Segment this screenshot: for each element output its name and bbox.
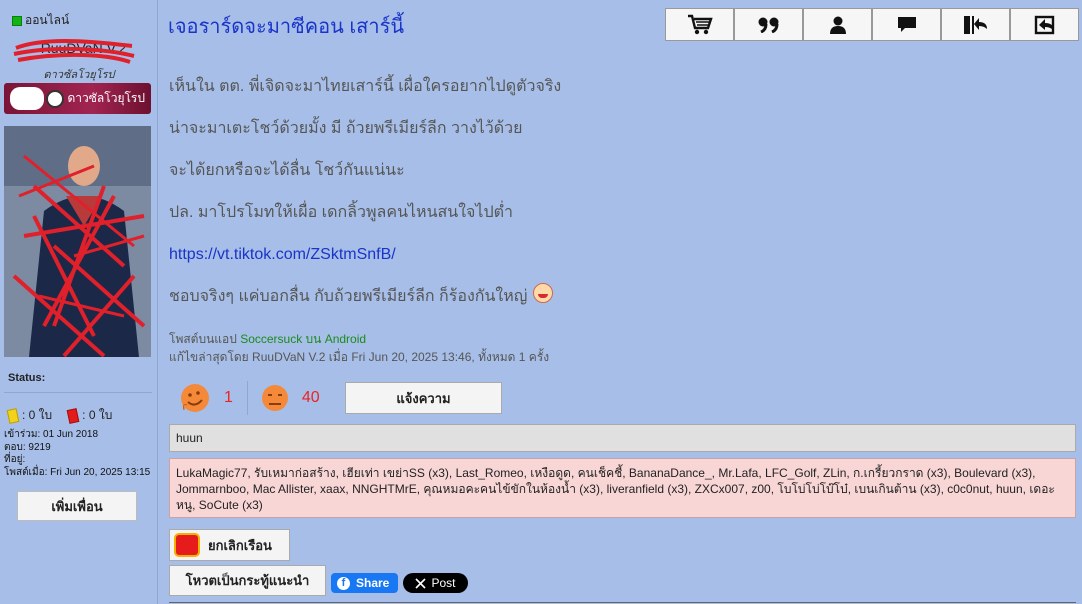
cart-icon bbox=[687, 14, 713, 34]
name-scribble-overlay bbox=[13, 39, 135, 64]
message-icon bbox=[897, 16, 916, 32]
yellow-card-count: : 0 ใบ bbox=[22, 408, 53, 422]
avatar[interactable] bbox=[4, 126, 151, 357]
closing-text: ชอบจริงๆ แค่บอกลื่น กับถ้วยพรีเมียร์ลีก … bbox=[169, 288, 528, 305]
x-logo-icon bbox=[415, 577, 427, 589]
unfollow-label: ยกเลิกเรือน bbox=[208, 537, 272, 553]
post-paragraph: เห็นใน ตต. พี่เจิดจะมาไทยเสาร์นี้ เผื่อใ… bbox=[169, 78, 562, 95]
quote-button[interactable] bbox=[734, 8, 803, 41]
report-button[interactable]: แจ้งความ bbox=[345, 382, 502, 414]
laughing-emoji-icon bbox=[533, 283, 554, 303]
post-count: ตอบ: 9219 bbox=[4, 441, 51, 453]
sidebar-divider bbox=[4, 392, 152, 393]
football-icon bbox=[46, 90, 64, 108]
back-to-top-icon bbox=[963, 15, 987, 34]
last-post-time: โพสต์เมื่อ: Fri Jun 20, 2025 13:15 bbox=[4, 466, 151, 478]
location: ที่อยู่: bbox=[4, 454, 26, 465]
post-body: เห็นใน ตต. พี่เจิดจะมาไทยเสาร์นี้ เผื่อใ… bbox=[169, 73, 1049, 325]
soccersuck-logo-icon bbox=[174, 533, 200, 557]
posted-via-app[interactable]: Soccersuck บน Android bbox=[240, 332, 366, 346]
post-closing-paragraph: ชอบจริงๆ แค่บอกลื่น กับถ้วยพรีเมียร์ลีก … bbox=[169, 283, 1049, 325]
online-dot-icon bbox=[12, 15, 22, 26]
post-label: Post bbox=[431, 576, 456, 590]
quote-icon bbox=[758, 17, 778, 33]
reaction-bar: 1 40 bbox=[178, 381, 320, 415]
post-paragraph: ปล. มาโปรโมทให้เผื่อ เดกลิ้วพูลคนไหนสนใจ… bbox=[169, 204, 513, 221]
user-title: ดาวซัลโวยุโรป bbox=[43, 69, 115, 81]
post-toolbar bbox=[665, 8, 1079, 41]
reaction-divider bbox=[246, 381, 248, 415]
cart-button[interactable] bbox=[665, 8, 734, 41]
tiktok-link[interactable]: https://vt.tiktok.com/ZSktmSnfB/ bbox=[169, 246, 396, 263]
post-paragraph: จะได้ยกหรือจะได้ลื่น โชว์กันแน่นะ bbox=[169, 162, 405, 179]
vote-recommend-button[interactable]: โหวตเป็นกระทู้แนะนำ bbox=[169, 565, 326, 596]
x-post-button[interactable]: Post bbox=[403, 573, 468, 593]
dislike-face-icon[interactable] bbox=[260, 383, 290, 413]
profile-sidebar: ออนไลน์ RuuDVaN V.2 ดาวซัลโวยุโรป ดาวซัล… bbox=[0, 0, 158, 604]
avatar-image bbox=[4, 126, 151, 357]
online-indicator: ออนไลน์ bbox=[12, 11, 69, 30]
eu-badge-icon bbox=[10, 87, 44, 110]
post-title: เจอราร์ดจะมาซีคอน เสาร์นี้ bbox=[168, 16, 405, 38]
posted-via: โพสต์บนแอป Soccersuck บน Android bbox=[169, 330, 366, 349]
status-label: Status: bbox=[8, 372, 46, 384]
facebook-icon: f bbox=[337, 576, 350, 590]
posted-via-prefix: โพสต์บนแอป bbox=[169, 332, 241, 346]
online-label: ออนไลน์ bbox=[25, 13, 70, 27]
share-label: Share bbox=[356, 576, 390, 590]
back-to-top-button[interactable] bbox=[941, 8, 1010, 41]
likers-list: LukaMagic77, รับเหมาก่อสร้าง, เฮียเท่า เ… bbox=[169, 458, 1076, 518]
add-friend-button[interactable]: เพิ่มเพื่อน bbox=[17, 491, 137, 521]
likes-header: huun bbox=[169, 424, 1076, 452]
post-paragraph: น่าจะมาเตะโชว์ด้วยมั้ง มี ถ้วยพรีเมียร์ล… bbox=[169, 120, 523, 137]
user-icon bbox=[829, 16, 846, 34]
red-card-count: : 0 ใบ bbox=[82, 408, 113, 422]
facebook-share-button[interactable]: f Share bbox=[331, 573, 398, 593]
card-stats: : 0 ใบ : 0 ใบ bbox=[6, 406, 113, 425]
reply-icon bbox=[1034, 15, 1054, 34]
like-face-icon[interactable] bbox=[178, 381, 212, 415]
member-stats: เข้าร่วม: 01 Jun 2018 ตอบ: 9219 ที่อยู่:… bbox=[4, 429, 150, 479]
post-link-paragraph: https://vt.tiktok.com/ZSktmSnfB/ bbox=[169, 241, 1049, 283]
post-bottom-divider bbox=[169, 602, 1076, 603]
joined-date: เข้าร่วม: 01 Jun 2018 bbox=[4, 429, 99, 440]
rank-banner: ดาวซัลโวยุโรป bbox=[4, 83, 151, 114]
red-card-icon bbox=[66, 407, 80, 424]
edited-note: แก้ไขล่าสุดโดย RuuDVaN V.2 เมื่อ Fri Jun… bbox=[169, 350, 550, 364]
message-button[interactable] bbox=[872, 8, 941, 41]
yellow-card-icon bbox=[6, 407, 20, 424]
unfollow-button[interactable]: ยกเลิกเรือน bbox=[169, 529, 290, 561]
profile-button[interactable] bbox=[803, 8, 872, 41]
like-count: 1 bbox=[224, 389, 233, 406]
reply-button[interactable] bbox=[1010, 8, 1079, 41]
dislike-count: 40 bbox=[301, 389, 320, 406]
rank-banner-label: ดาวซัลโวยุโรป bbox=[67, 91, 146, 105]
